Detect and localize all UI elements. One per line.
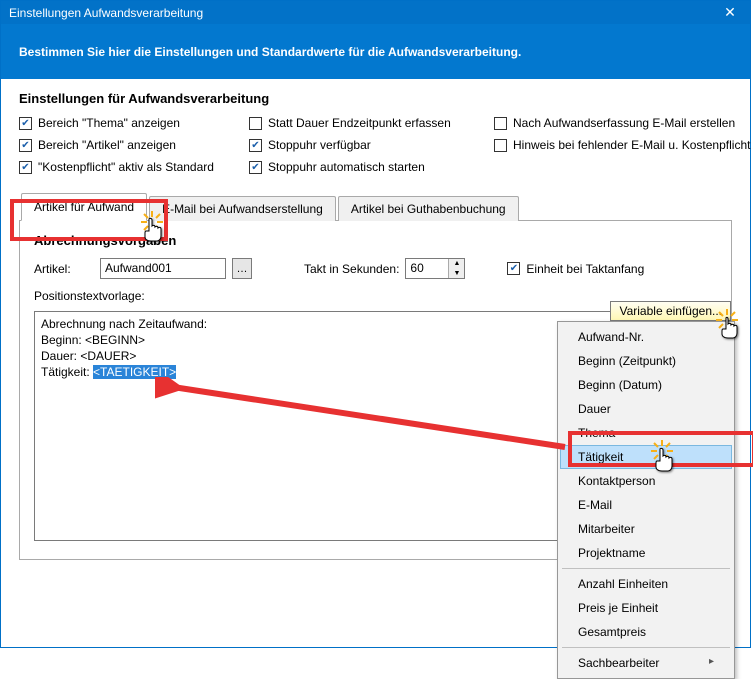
- dropdown-item-preis-einheit[interactable]: Preis je Einheit: [560, 596, 732, 620]
- tab-email-aufwand[interactable]: E-Mail bei Aufwandserstellung: [149, 196, 336, 221]
- artikel-label: Artikel:: [34, 262, 94, 276]
- titlebar: Einstellungen Aufwandsverarbeitung ✕: [1, 1, 750, 24]
- dropdown-separator: [562, 568, 730, 569]
- checkbox-icon: [19, 139, 32, 152]
- template-selection: <TAETIGKEIT>: [93, 365, 176, 379]
- group-title-abrechnung: Abrechnungsvorgaben: [34, 233, 717, 248]
- settings-section-title: Einstellungen für Aufwandsverarbeitung: [19, 91, 732, 106]
- variable-insert-button[interactable]: Variable einfügen...: [610, 301, 731, 321]
- checkbox-stoppuhr-auto[interactable]: Stoppuhr automatisch starten: [249, 160, 494, 174]
- dropdown-item-dauer[interactable]: Dauer: [560, 397, 732, 421]
- checkbox-icon: [507, 262, 520, 275]
- tab-panel: Abrechnungsvorgaben Artikel: Aufwand001 …: [19, 220, 732, 560]
- checkbox-icon: [19, 117, 32, 130]
- dropdown-item-mitarbeiter[interactable]: Mitarbeiter: [560, 517, 732, 541]
- dropdown-item-kontaktperson[interactable]: Kontaktperson: [560, 469, 732, 493]
- dropdown-item-beginn-datum[interactable]: Beginn (Datum): [560, 373, 732, 397]
- dropdown-item-email[interactable]: E-Mail: [560, 493, 732, 517]
- settings-checkboxes: Bereich "Thema" anzeigen Statt Dauer End…: [19, 116, 732, 174]
- takt-stepper[interactable]: 60 ▲▼: [405, 258, 465, 279]
- checkbox-einheit-taktanfang[interactable]: Einheit bei Taktanfang: [507, 262, 644, 276]
- tabs: Artikel für Aufwand E-Mail bei Aufwandse…: [21, 192, 732, 220]
- checkbox-email-erstellen[interactable]: Nach Aufwandserfassung E-Mail erstellen: [494, 116, 750, 130]
- dropdown-item-taetigkeit[interactable]: Tätigkeit: [560, 445, 732, 469]
- checkbox-thema-anzeigen[interactable]: Bereich "Thema" anzeigen: [19, 116, 249, 130]
- checkbox-kostenpflicht[interactable]: "Kostenpflicht" aktiv als Standard: [19, 160, 249, 174]
- checkbox-icon: [249, 117, 262, 130]
- checkbox-artikel-anzeigen[interactable]: Bereich "Artikel" anzeigen: [19, 138, 249, 152]
- chevron-up-icon[interactable]: ▲: [449, 259, 464, 269]
- dropdown-item-sachbearbeiter[interactable]: Sachbearbeiter: [560, 651, 732, 675]
- takt-label: Takt in Sekunden:: [304, 262, 399, 276]
- window-close-button[interactable]: ✕: [710, 1, 750, 24]
- checkbox-icon: [494, 117, 507, 130]
- dropdown-item-aufwand-nr[interactable]: Aufwand-Nr.: [560, 325, 732, 349]
- checkbox-endzeitpunkt[interactable]: Statt Dauer Endzeitpunkt erfassen: [249, 116, 494, 130]
- tab-artikel-guthaben[interactable]: Artikel bei Guthabenbuchung: [338, 196, 519, 221]
- checkbox-hinweis-email[interactable]: Hinweis bei fehlender E-Mail u. Kostenpf…: [494, 138, 750, 152]
- checkbox-icon: [249, 161, 262, 174]
- dropdown-item-anzahl-einheiten[interactable]: Anzahl Einheiten: [560, 572, 732, 596]
- dropdown-item-thema[interactable]: Thema: [560, 421, 732, 445]
- variable-dropdown: Aufwand-Nr. Beginn (Zeitpunkt) Beginn (D…: [557, 321, 735, 679]
- chevron-down-icon[interactable]: ▼: [449, 269, 464, 279]
- stepper-arrows[interactable]: ▲▼: [448, 259, 464, 278]
- dropdown-item-projektname[interactable]: Projektname: [560, 541, 732, 565]
- dropdown-item-gesamtpreis[interactable]: Gesamtpreis: [560, 620, 732, 644]
- artikel-browse-button[interactable]: …: [232, 258, 252, 279]
- checkbox-icon: [249, 139, 262, 152]
- window-title: Einstellungen Aufwandsverarbeitung: [9, 6, 203, 20]
- dropdown-item-beginn-zeitpunkt[interactable]: Beginn (Zeitpunkt): [560, 349, 732, 373]
- close-icon: ✕: [724, 4, 736, 21]
- checkbox-icon: [494, 139, 507, 152]
- dropdown-separator: [562, 647, 730, 648]
- window-subtitle-bar: Bestimmen Sie hier die Einstellungen und…: [1, 24, 750, 79]
- checkbox-icon: [19, 161, 32, 174]
- checkbox-stoppuhr[interactable]: Stoppuhr verfügbar: [249, 138, 494, 152]
- takt-value[interactable]: 60: [406, 259, 448, 278]
- tab-artikel-aufwand[interactable]: Artikel für Aufwand: [21, 193, 147, 221]
- window-subtitle: Bestimmen Sie hier die Einstellungen und…: [19, 45, 521, 59]
- artikel-input[interactable]: Aufwand001: [100, 258, 226, 279]
